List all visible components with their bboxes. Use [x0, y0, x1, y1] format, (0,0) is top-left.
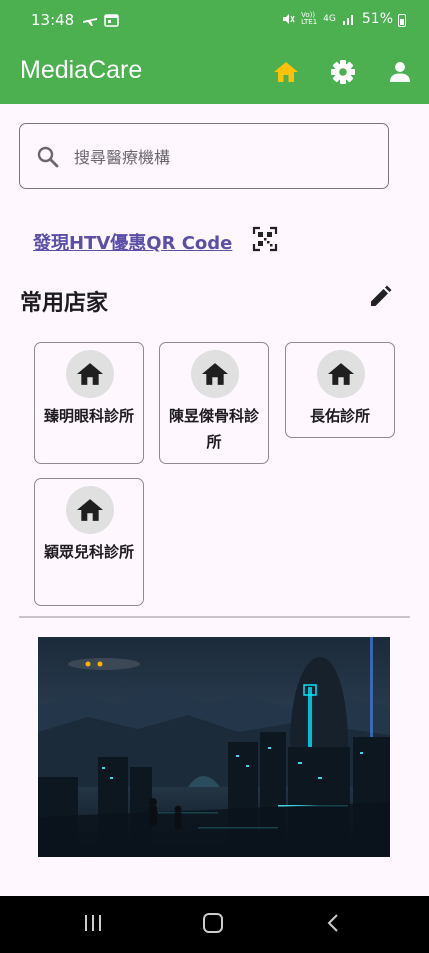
- search-icon: [37, 146, 59, 168]
- network-label: 4G: [323, 14, 336, 24]
- signal-icon: [342, 15, 353, 25]
- account-icon: [390, 62, 410, 82]
- store-home-icon: [77, 499, 103, 521]
- calendar-icon: [104, 14, 119, 27]
- favorites-title: 常用店家: [20, 291, 109, 316]
- search-box[interactable]: [19, 123, 389, 189]
- flight-mode-icon: [83, 18, 97, 26]
- store-avatar: [66, 486, 114, 534]
- app-title: MediaCare: [20, 56, 143, 84]
- home-icon: [274, 62, 298, 82]
- battery-icon: [398, 14, 406, 27]
- store-name: 陳昱傑骨科診所: [168, 407, 259, 451]
- promo-banner-image[interactable]: [38, 637, 390, 857]
- favorite-card-4[interactable]: 穎眾兒科診所: [34, 478, 144, 606]
- qr-code-icon[interactable]: [252, 226, 278, 252]
- promo-qr-link[interactable]: 發現HTV優惠QR Code: [33, 229, 232, 255]
- status-time: 13:48: [31, 11, 75, 29]
- recents-icon[interactable]: [82, 912, 104, 934]
- settings-icon: [331, 60, 355, 84]
- store-avatar: [317, 350, 365, 398]
- mute-icon: [283, 14, 295, 24]
- settings-button[interactable]: [327, 56, 359, 88]
- top-bar: 13:48 Vo)) LTE1 4G 51% MediaCare: [0, 0, 429, 104]
- store-avatar: [191, 350, 239, 398]
- store-name: 長佑診所: [309, 407, 370, 425]
- favorite-card-3[interactable]: 長佑診所: [285, 342, 395, 438]
- account-button[interactable]: [384, 56, 416, 88]
- store-name: 穎眾兒科診所: [43, 543, 134, 561]
- volte-label: Vo)) LTE1: [301, 11, 318, 26]
- home-nav-icon[interactable]: [202, 912, 224, 934]
- city-skyline-illustration: [38, 637, 390, 857]
- app-bar: MediaCare: [0, 42, 429, 104]
- store-name: 臻明眼科診所: [43, 407, 134, 425]
- store-home-icon: [77, 363, 103, 385]
- back-icon[interactable]: [323, 912, 345, 934]
- system-nav-bar: [0, 896, 429, 953]
- status-right: Vo)) LTE1 4G 51%: [281, 11, 393, 27]
- section-divider: [19, 616, 410, 618]
- edit-icon[interactable]: [367, 284, 393, 310]
- status-bar: 13:48 Vo)) LTE1 4G 51%: [0, 0, 429, 42]
- favorite-card-2[interactable]: 陳昱傑骨科診所: [159, 342, 269, 464]
- store-avatar: [66, 350, 114, 398]
- store-home-icon: [202, 363, 228, 385]
- favorite-card-1[interactable]: 臻明眼科診所: [34, 342, 144, 464]
- home-button[interactable]: [270, 56, 302, 88]
- battery-percent: 51%: [361, 11, 393, 27]
- search-input[interactable]: [72, 139, 376, 175]
- store-home-icon: [328, 363, 354, 385]
